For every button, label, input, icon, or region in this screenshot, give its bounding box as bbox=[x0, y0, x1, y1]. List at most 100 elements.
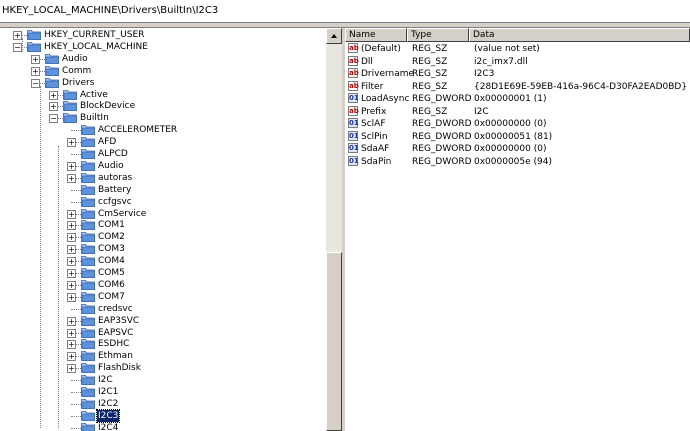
tree-node[interactable]: − BuiltIn bbox=[0, 112, 326, 124]
column-header-name[interactable]: Name bbox=[345, 28, 407, 42]
tree-node[interactable]: + COM7 bbox=[0, 291, 326, 303]
column-header-type[interactable]: Type bbox=[407, 28, 469, 42]
registry-path: HKEY_LOCAL_MACHINE\Drivers\BuiltIn\I2C3 bbox=[2, 5, 219, 16]
tree-node[interactable]: + Audio bbox=[0, 53, 326, 65]
tree-node[interactable]: − Drivers bbox=[0, 77, 326, 89]
tree-node[interactable]: + CmService bbox=[0, 208, 326, 220]
expand-icon[interactable]: + bbox=[67, 269, 76, 278]
folder-icon bbox=[81, 338, 95, 350]
scroll-up-button[interactable] bbox=[326, 28, 342, 44]
column-header-data[interactable]: Data bbox=[469, 28, 690, 42]
expand-icon[interactable]: + bbox=[67, 352, 76, 362]
expand-icon[interactable]: + bbox=[67, 292, 76, 302]
tree-guide-line bbox=[58, 146, 59, 428]
expand-icon[interactable]: + bbox=[49, 90, 58, 100]
folder-icon bbox=[81, 422, 95, 431]
tree-node[interactable]: + Active bbox=[0, 89, 326, 101]
dword-value-icon bbox=[348, 92, 359, 104]
value-type: REG_SZ bbox=[412, 81, 448, 92]
tree-node[interactable]: + EAPSVC bbox=[0, 327, 326, 339]
expand-icon[interactable]: + bbox=[67, 340, 76, 350]
tree-node[interactable]: + EAP3SVC bbox=[0, 315, 326, 327]
collapse-icon[interactable]: − bbox=[31, 78, 40, 88]
expand-icon[interactable]: + bbox=[67, 209, 76, 219]
tree-node[interactable]: I2C bbox=[0, 374, 326, 386]
tree-node[interactable]: ACCELEROMETER bbox=[0, 124, 326, 136]
value-row[interactable]: SdaAF REG_DWORD0x00000000 (0) bbox=[345, 142, 690, 155]
expand-icon[interactable]: + bbox=[67, 221, 76, 231]
registry-values-list[interactable]: Name Type Data (Default) REG_SZ (value not… bbox=[345, 28, 690, 431]
value-row[interactable]: Prefix REG_SZ I2C bbox=[345, 105, 690, 118]
tree-node-label: EAP3SVC bbox=[98, 315, 140, 326]
tree-node[interactable]: + BlockDevice bbox=[0, 100, 326, 112]
tree-node[interactable]: + Comm bbox=[0, 65, 326, 77]
value-row[interactable]: DrivernameREG_SZ I2C3 bbox=[345, 67, 690, 80]
string-value-icon bbox=[348, 105, 359, 117]
tree-vertical-scrollbar[interactable] bbox=[326, 28, 342, 431]
tree-node[interactable]: + COM2 bbox=[0, 231, 326, 243]
expand-icon[interactable]: + bbox=[67, 173, 76, 183]
tree-node[interactable]: I2C1 bbox=[0, 386, 326, 398]
expand-icon[interactable]: + bbox=[67, 328, 76, 338]
tree-node[interactable]: + COM5 bbox=[0, 267, 326, 279]
folder-icon bbox=[81, 219, 95, 231]
value-row[interactable]: SclPin REG_DWORD0x00000051 (81) bbox=[345, 130, 690, 143]
expand-icon[interactable]: + bbox=[67, 233, 76, 243]
value-row[interactable]: (Default) REG_SZ (value not set) bbox=[345, 42, 690, 55]
value-row[interactable]: Filter REG_SZ {28D1E69E-59EB-416a-96C4-D30… bbox=[345, 80, 690, 93]
tree-node-label: AFD bbox=[98, 137, 117, 148]
arrow-up-icon bbox=[331, 34, 337, 38]
expand-icon[interactable]: + bbox=[67, 161, 76, 171]
tree-node[interactable]: + Audio bbox=[0, 160, 326, 172]
folder-icon bbox=[81, 350, 95, 362]
registry-key-tree[interactable]: + HKEY_CURRENT_USER − HKEY_LOCAL_MACHINE + Au… bbox=[0, 28, 326, 431]
tree-node[interactable]: + ESDHC bbox=[0, 338, 326, 350]
scroll-thumb[interactable] bbox=[326, 252, 342, 431]
tree-node[interactable]: + autoras bbox=[0, 172, 326, 184]
address-bar[interactable]: HKEY_LOCAL_MACHINE\Drivers\BuiltIn\I2C3 bbox=[0, 0, 690, 23]
expand-icon[interactable]: + bbox=[31, 54, 40, 64]
tree-node[interactable]: + COM4 bbox=[0, 255, 326, 267]
value-name: SdaAF bbox=[361, 144, 390, 154]
tree-node[interactable]: I2C4 bbox=[0, 422, 326, 431]
value-row[interactable]: SdaPin REG_DWORD0x0000005e (94) bbox=[345, 155, 690, 168]
expand-icon[interactable]: + bbox=[67, 257, 76, 267]
value-name: SclPin bbox=[361, 131, 388, 142]
tree-node[interactable]: + COM1 bbox=[0, 219, 326, 231]
tree-node-label: I2C2 bbox=[98, 398, 119, 409]
expand-icon[interactable]: + bbox=[49, 102, 58, 112]
expand-icon[interactable]: + bbox=[67, 316, 76, 326]
folder-icon bbox=[81, 136, 95, 147]
tree-node[interactable]: Battery bbox=[0, 184, 326, 196]
expand-icon[interactable]: + bbox=[67, 364, 76, 374]
expand-icon[interactable]: + bbox=[67, 245, 76, 255]
folder-icon bbox=[81, 196, 95, 207]
tree-node[interactable]: + HKEY_CURRENT_USER bbox=[0, 29, 326, 41]
expand-icon[interactable]: + bbox=[67, 280, 76, 290]
tree-node[interactable]: credsvc bbox=[0, 303, 326, 315]
expand-icon[interactable]: + bbox=[31, 66, 40, 76]
value-type: REG_SZ bbox=[412, 106, 448, 117]
tree-node[interactable]: + COM6 bbox=[0, 279, 326, 291]
collapse-icon[interactable]: − bbox=[13, 42, 22, 52]
folder-icon bbox=[81, 410, 95, 421]
tree-node-label: Drivers bbox=[62, 77, 95, 88]
dword-value-icon bbox=[348, 155, 359, 167]
expand-icon[interactable]: + bbox=[13, 31, 22, 40]
tree-node[interactable]: + AFD bbox=[0, 136, 326, 148]
value-row[interactable]: SclAF REG_DWORD0x00000000 (0) bbox=[345, 117, 690, 130]
collapse-icon[interactable]: − bbox=[49, 114, 58, 124]
tree-node[interactable]: − HKEY_LOCAL_MACHINE bbox=[0, 41, 326, 53]
tree-node[interactable]: + COM3 bbox=[0, 243, 326, 255]
tree-node[interactable]: + Ethman bbox=[0, 350, 326, 362]
tree-node[interactable]: ALPCD bbox=[0, 148, 326, 160]
tree-node[interactable]: I2C3 bbox=[0, 408, 326, 423]
expand-icon[interactable]: + bbox=[67, 138, 76, 148]
tree-node[interactable]: I2C2 bbox=[0, 398, 326, 410]
tree-node[interactable]: + FlashDisk bbox=[0, 362, 326, 374]
tree-node-label: CmService bbox=[98, 208, 147, 219]
value-row[interactable]: Dll REG_SZ i2c_imx7.dll bbox=[345, 55, 690, 68]
value-data: i2c_imx7.dll bbox=[474, 56, 528, 67]
tree-node[interactable]: ccfgsvc bbox=[0, 196, 326, 208]
value-row[interactable]: LoadAsyncREG_DWORD0x00000001 (1) bbox=[345, 92, 690, 105]
